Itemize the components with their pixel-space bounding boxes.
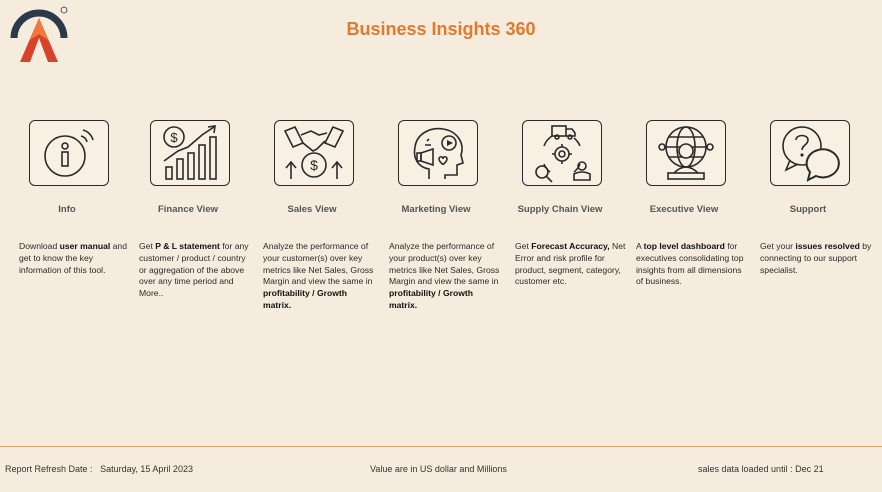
description-text: Analyze the performance of your product(… — [389, 241, 500, 287]
tile-label: Executive View — [649, 204, 719, 215]
tile-description: Get P & L statement for any customer / p… — [139, 241, 251, 300]
description-emphasis: Forecast Accuracy, — [531, 241, 610, 251]
description-emphasis: top level dashboard — [643, 241, 725, 251]
description-text: Get — [515, 241, 532, 251]
support-chat-icon — [778, 122, 842, 184]
tile-description: Analyze the performance of your customer… — [263, 241, 375, 312]
nav-button-info[interactable] — [29, 120, 109, 186]
nav-button-supply-chain-view[interactable] — [522, 120, 602, 186]
executive-globe-icon — [654, 123, 718, 183]
tile-description: Analyze the performance of your product(… — [389, 241, 501, 312]
nav-button-marketing-view[interactable] — [398, 120, 478, 186]
svg-text:$: $ — [310, 157, 318, 173]
description-text: Get your — [760, 241, 796, 251]
refresh-date: Saturday, 15 April 2023 — [100, 464, 193, 474]
description-text: Get — [139, 241, 156, 251]
finance-growth-icon: $ — [158, 123, 222, 183]
description-emphasis: profitability / Growth matrix. — [263, 288, 348, 310]
tile-description: Download user manual and get to know the… — [19, 241, 131, 276]
supply-chain-icon — [530, 122, 594, 184]
description-emphasis: profitability / Growth matrix. — [389, 288, 474, 310]
megaphone-head-icon — [407, 123, 469, 183]
description-emphasis: issues resolved — [795, 241, 860, 251]
refresh-info: Report Refresh Date : Saturday, 15 April… — [5, 464, 193, 474]
svg-text:$: $ — [170, 130, 178, 145]
loaded-until: sales data loaded until : Dec 21 — [698, 464, 824, 474]
description-text: A — [636, 241, 644, 251]
tile-label: Finance View — [157, 204, 218, 215]
description-emphasis: P & L statement — [155, 241, 220, 251]
nav-button-sales-view[interactable]: $ — [274, 120, 354, 186]
page-title: Business Insights 360 — [346, 19, 536, 39]
tile-label: Info — [58, 204, 76, 215]
tile-description: Get Forecast Accuracy, Net Error and ris… — [515, 241, 627, 288]
units-note: Value are in US dollar and Millions — [370, 464, 507, 474]
tile-description: A top level dashboard for executives con… — [636, 241, 748, 288]
refresh-label: Report Refresh Date : — [5, 464, 93, 474]
description-emphasis: user manual — [59, 241, 111, 251]
nav-tile-support[interactable]: Support Get your issues resolved by conne… — [760, 120, 882, 275]
nav-button-finance-view[interactable]: $ — [150, 120, 230, 186]
tile-label: Marketing View — [401, 204, 471, 215]
description-text: Analyze the performance of your customer… — [263, 241, 374, 287]
nav-button-executive-view[interactable] — [646, 120, 726, 186]
nav-button-support[interactable] — [770, 120, 850, 186]
tile-label: Support — [789, 204, 827, 215]
tile-label: Supply Chain View — [517, 204, 603, 215]
handshake-dollar-icon: $ — [281, 123, 347, 183]
tile-description: Get your issues resolved by connecting t… — [760, 241, 872, 276]
tile-label: Sales View — [287, 204, 337, 215]
description-text: Download — [19, 241, 60, 251]
footer-divider — [0, 446, 882, 447]
info-icon — [39, 124, 99, 182]
